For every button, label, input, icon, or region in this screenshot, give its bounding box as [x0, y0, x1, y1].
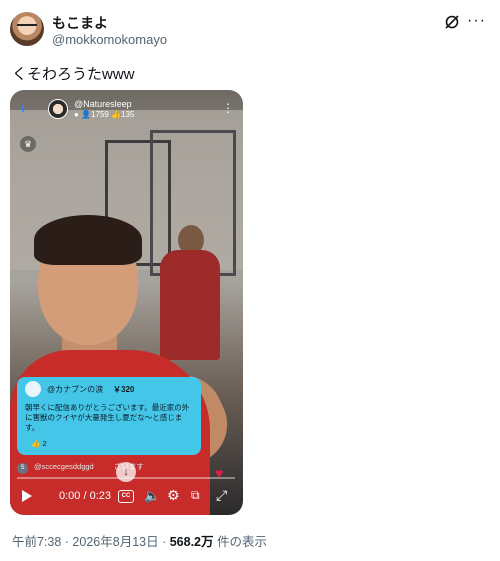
fullscreen-icon[interactable]: ⤢ — [216, 487, 227, 504]
progress-bar[interactable] — [17, 477, 235, 479]
crown-icon: ♛ — [20, 136, 36, 152]
tweet-text: くそわろうたwww — [12, 66, 135, 83]
stream-more-icon: ⋮ — [222, 101, 234, 115]
more-horizontal-icon[interactable]: ··· — [467, 12, 486, 30]
background-person — [160, 250, 220, 360]
viewer-count: 1759 — [91, 110, 109, 119]
back-arrow-icon[interactable]: ‹ — [20, 100, 25, 118]
view-count: 568.2万 — [169, 535, 214, 549]
online-dot-icon: ● — [74, 110, 79, 119]
play-icon[interactable] — [22, 490, 32, 502]
author-avatar[interactable] — [10, 12, 44, 46]
time-display: 0:00 / 0:23 — [59, 490, 111, 502]
thumb-icon: 👍 — [111, 110, 122, 119]
commenter-badge: S — [17, 463, 28, 474]
picture-in-picture-icon[interactable]: ⧉ — [191, 488, 200, 503]
view-label: 件の表示 — [213, 535, 267, 549]
donor-name: @カナブンの涙 — [47, 385, 104, 394]
scroll-down-icon[interactable]: ↓ — [116, 462, 136, 482]
tweet-timestamp[interactable]: 午前7:38 · 2026年8月13日 · — [12, 535, 170, 549]
commenter-handle: @sccecgesddggd — [34, 462, 94, 471]
video-controls: 0:00 / 0:23 CC 🔈 ⚙ ⧉ ⤢ — [10, 482, 243, 515]
donor-avatar — [25, 381, 41, 397]
author-display-name[interactable]: もこまよ — [52, 13, 108, 33]
donation-like: 👍 2 — [31, 439, 47, 448]
settings-gear-icon[interactable]: ⚙ — [167, 487, 180, 504]
donation-message: 朝早くに配信ありがとうございます。最近家の外に害獣のクイヤが大量発生し夏だな〜と… — [25, 403, 190, 432]
donation-amount: ￥320 — [113, 385, 135, 394]
streamer-name: @Naturesleep — [74, 99, 132, 109]
streamer-avatar — [48, 99, 68, 119]
donation-card: @カナブンの涙 ￥320 朝早くに配信ありがとうございます。最近家の外に害獣のク… — [17, 377, 201, 455]
grok-icon[interactable] — [444, 14, 460, 30]
viewer-icon: 👤 — [81, 110, 92, 119]
like-count: 135 — [121, 110, 135, 119]
author-handle[interactable]: @mokkomokomayo — [52, 32, 167, 47]
captions-icon[interactable]: CC — [118, 490, 134, 503]
volume-icon[interactable]: 🔈 — [144, 488, 160, 504]
thumb-up-icon: 👍 — [31, 439, 41, 448]
stream-stats: ● 👤1759 👍135 — [74, 110, 134, 119]
tweet-meta: 午前7:38 · 2026年8月13日 · 568.2万 件の表示 — [12, 531, 267, 550]
